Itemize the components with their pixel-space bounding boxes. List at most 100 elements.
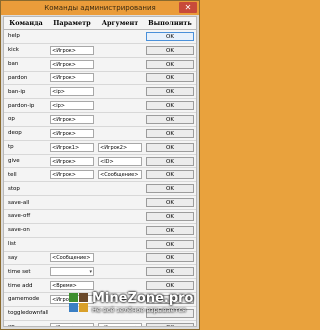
commands-table: Команда Параметр Аргумент Выполнить help… bbox=[3, 16, 197, 327]
command-name: tell bbox=[8, 171, 17, 178]
command-name: xp bbox=[4, 324, 48, 326]
argument-value: <Количество> bbox=[100, 325, 139, 326]
execute-button[interactable]: OK bbox=[146, 101, 194, 111]
command-name: time add bbox=[8, 282, 33, 289]
command-name: say bbox=[8, 254, 18, 261]
command-name: deop bbox=[8, 130, 22, 137]
parameter-input[interactable]: <Игрок> bbox=[50, 114, 94, 124]
parameter-value: <Игрок> bbox=[52, 172, 76, 179]
parameter-value: <ip> bbox=[52, 89, 65, 96]
table-row: ban <Игрок> OK bbox=[4, 58, 196, 72]
execute-button[interactable]: OK bbox=[146, 184, 194, 194]
command-name: time set bbox=[8, 268, 31, 275]
watermark: MineZone.pro Не всё зелёное взрывается bbox=[69, 283, 199, 323]
parameter-value: <Игрок> bbox=[52, 158, 76, 165]
parameter-input[interactable]: <Игрок> bbox=[50, 128, 94, 138]
argument-value: <Сообщение> bbox=[100, 172, 139, 179]
command-name: pardon-ip bbox=[8, 102, 35, 109]
execute-button[interactable]: OK bbox=[146, 59, 194, 69]
execute-button[interactable]: OK bbox=[146, 87, 194, 97]
parameter-input[interactable]: <Сообщение> bbox=[50, 253, 94, 263]
parameter-input[interactable]: <Игрок> bbox=[50, 59, 94, 69]
command-name: op bbox=[8, 116, 15, 123]
command-name: save-off bbox=[8, 213, 31, 220]
table-row: deop <Игрок> OK bbox=[4, 127, 196, 141]
parameter-input[interactable]: <Игрок> bbox=[50, 45, 94, 55]
execute-button[interactable]: OK bbox=[146, 73, 194, 83]
table-row: save-off OK bbox=[4, 210, 196, 224]
admin-commands-window: Команды администрирования ✕ Команда Пара… bbox=[0, 0, 200, 330]
argument-input[interactable]: <Игрок2> bbox=[98, 142, 142, 152]
parameter-value: <Игрок> bbox=[52, 325, 76, 326]
execute-button[interactable]: OK bbox=[146, 128, 194, 138]
parameter-value: <Игрок> bbox=[52, 47, 76, 54]
execute-button[interactable]: OK bbox=[146, 267, 194, 277]
parameter-value: <Игрок> bbox=[52, 75, 76, 82]
argument-value: <Игрок2> bbox=[100, 144, 128, 151]
table-row: time set ▾ OK bbox=[4, 265, 196, 280]
argument-value: <ID> bbox=[100, 158, 114, 165]
window-title: Команды администрирования bbox=[44, 4, 156, 12]
table-row: op <Игрок> OK bbox=[4, 113, 196, 127]
watermark-tagline: Не всё зелёное взрывается bbox=[92, 305, 186, 314]
execute-button[interactable]: OK bbox=[146, 225, 194, 235]
parameter-input[interactable]: <Игрок1> bbox=[50, 142, 94, 152]
parameter-value: <Игрок> bbox=[52, 130, 76, 137]
argument-input[interactable]: <Количество> bbox=[98, 322, 142, 326]
parameter-input[interactable]: <ip> bbox=[50, 101, 94, 111]
execute-button[interactable]: OK bbox=[146, 253, 194, 263]
parameter-input[interactable]: <Игрок> bbox=[50, 156, 94, 166]
table-row: give <Игрок> <ID> OK bbox=[4, 155, 196, 169]
command-name: ban bbox=[8, 61, 19, 68]
close-button[interactable]: ✕ bbox=[179, 2, 197, 13]
parameter-input[interactable]: <Игрок> bbox=[50, 73, 94, 83]
title-bar: Команды администрирования ✕ bbox=[1, 1, 199, 15]
parameter-value: <Игрок1> bbox=[52, 144, 80, 151]
parameter-select[interactable]: ▾ bbox=[50, 267, 94, 277]
table-row: ban-ip <ip> OK bbox=[4, 85, 196, 100]
close-icon: ✕ bbox=[184, 3, 192, 12]
argument-input[interactable]: <ID> bbox=[98, 156, 142, 166]
command-name: help bbox=[8, 33, 20, 40]
command-name: ban-ip bbox=[8, 88, 26, 95]
execute-button[interactable]: OK bbox=[146, 322, 194, 326]
parameter-value: <ip> bbox=[52, 103, 65, 110]
header-parameter: Параметр bbox=[53, 19, 91, 27]
table-row: stop OK bbox=[4, 182, 196, 197]
chevron-down-icon: ▾ bbox=[89, 269, 92, 276]
execute-button[interactable]: OK bbox=[146, 156, 194, 166]
logo-block bbox=[69, 293, 78, 302]
table-header: Команда Параметр Аргумент Выполнить bbox=[4, 17, 196, 30]
execute-button[interactable]: OK bbox=[146, 142, 194, 152]
execute-button[interactable]: OK bbox=[146, 45, 194, 55]
header-execute: Выполнить bbox=[148, 19, 192, 27]
command-name: give bbox=[8, 158, 20, 165]
logo-block bbox=[79, 293, 88, 302]
execute-button[interactable]: OK bbox=[146, 170, 194, 180]
table-row: pardon-ip <ip> OK bbox=[4, 99, 196, 114]
logo-block bbox=[69, 303, 78, 312]
parameter-input[interactable]: <Игрок> bbox=[50, 322, 94, 326]
watermark-brand: MineZone.pro bbox=[92, 291, 194, 307]
table-row: tp <Игрок1> <Игрок2> OK bbox=[4, 141, 196, 155]
command-name: pardon bbox=[8, 74, 28, 81]
execute-button[interactable]: OK bbox=[146, 198, 194, 208]
table-row: tell <Игрок> <Сообщение> OK bbox=[4, 168, 196, 183]
execute-button[interactable]: OK bbox=[146, 211, 194, 221]
execute-button[interactable]: OK bbox=[146, 239, 194, 249]
table-row: say <Сообщение> OK bbox=[4, 252, 196, 266]
execute-button[interactable]: OK bbox=[146, 114, 194, 124]
table-row: kick <Игрок> OK bbox=[4, 44, 196, 58]
table-row: pardon <Игрок> OK bbox=[4, 72, 196, 86]
parameter-input[interactable]: <Игрок> bbox=[50, 170, 94, 180]
table-row: save-all OK bbox=[4, 196, 196, 210]
table-row: list OK bbox=[4, 238, 196, 252]
argument-input[interactable]: <Сообщение> bbox=[98, 170, 142, 180]
command-name: gamemode bbox=[8, 296, 40, 303]
logo-block bbox=[79, 303, 88, 312]
command-name: save-on bbox=[8, 227, 30, 234]
header-argument: Аргумент bbox=[101, 19, 139, 27]
execute-button[interactable]: OK bbox=[146, 31, 194, 41]
parameter-input[interactable]: <ip> bbox=[50, 87, 94, 97]
command-name: list bbox=[8, 241, 17, 248]
